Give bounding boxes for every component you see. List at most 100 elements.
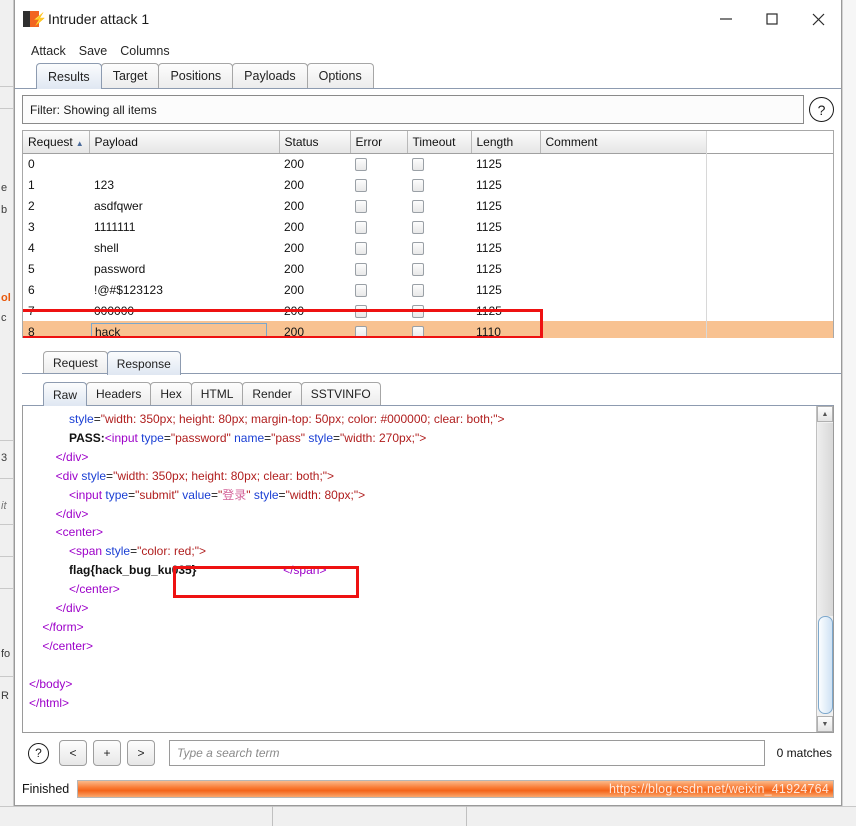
column-header-comment[interactable]: Comment xyxy=(540,131,707,154)
tab-response[interactable]: Response xyxy=(106,351,181,375)
cell-length: 1125 xyxy=(476,219,502,234)
cell-comment xyxy=(540,174,706,195)
cell-error xyxy=(350,237,407,258)
cell-comment xyxy=(540,279,706,300)
timeout-checkbox[interactable] xyxy=(412,178,424,192)
scrollbar-thumb[interactable] xyxy=(818,616,833,714)
column-header-length[interactable]: Length xyxy=(471,131,541,154)
table-row[interactable]: 1 123 200 1125 xyxy=(23,174,833,195)
bg-fragment-0: e xyxy=(1,182,8,194)
message-tab-strip: Request Response xyxy=(22,348,841,375)
cell-spacer xyxy=(706,258,833,279)
bg-fragment-3: c xyxy=(1,312,7,324)
payload-edit-box[interactable]: hack xyxy=(91,322,267,338)
menu-columns[interactable]: Columns xyxy=(120,44,169,58)
cell-payload: !@#$123123 xyxy=(94,282,163,297)
cell-spacer xyxy=(706,153,833,174)
tab-raw[interactable]: Raw xyxy=(43,382,88,406)
tab-payloads[interactable]: Payloads xyxy=(232,63,308,88)
column-header-error[interactable]: Error xyxy=(350,131,408,154)
timeout-checkbox[interactable] xyxy=(412,220,424,234)
tab-request[interactable]: Request xyxy=(43,351,108,374)
timeout-checkbox[interactable] xyxy=(412,241,424,255)
results-table-body: 0 200 1125 1 123 200 1125 2 asdfqwer 200 1125 3 1111… xyxy=(23,153,833,338)
close-button[interactable] xyxy=(795,0,841,38)
bg-fragment-7: R xyxy=(1,690,9,702)
cell-payload: 1111111 xyxy=(94,219,136,234)
search-help-icon[interactable]: ? xyxy=(28,742,49,764)
filter-help-icon[interactable]: ? xyxy=(809,97,834,122)
cell-request: 5 xyxy=(28,261,35,276)
table-row[interactable]: 5 password 200 1125 xyxy=(23,258,833,279)
tab-sstvinfo[interactable]: SSTVINFO xyxy=(300,382,381,405)
error-checkbox[interactable] xyxy=(355,241,367,255)
table-row[interactable]: 0 200 1125 xyxy=(23,153,833,174)
cell-length: 1125 xyxy=(476,177,502,192)
timeout-checkbox[interactable] xyxy=(412,325,424,338)
cell-request: 1 xyxy=(28,177,35,192)
column-header-timeout[interactable]: Timeout xyxy=(407,131,472,154)
cell-status: 200 xyxy=(284,303,305,318)
column-header-status[interactable]: Status xyxy=(279,131,351,154)
cell-request: 3 xyxy=(28,219,35,234)
response-vertical-scrollbar[interactable]: ▲ ▼ xyxy=(816,406,833,732)
tab-options[interactable]: Options xyxy=(306,63,374,88)
timeout-checkbox[interactable] xyxy=(412,157,424,171)
cell-request: 6 xyxy=(28,282,35,297)
search-add-button[interactable]: + xyxy=(93,740,121,766)
error-checkbox[interactable] xyxy=(355,283,367,297)
background-window-bottom-strip xyxy=(0,806,856,826)
table-row[interactable]: 6 !@#$123123 200 1125 xyxy=(23,279,833,300)
response-code[interactable]: style="width: 350px; height: 80px; margi… xyxy=(23,410,816,713)
cell-spacer xyxy=(706,300,833,321)
tab-results[interactable]: Results xyxy=(36,63,102,89)
response-code-scroll[interactable]: style="width: 350px; height: 80px; margi… xyxy=(23,406,816,732)
error-checkbox[interactable] xyxy=(355,178,367,192)
search-next-button[interactable]: > xyxy=(127,740,155,766)
timeout-checkbox[interactable] xyxy=(412,304,424,318)
table-row[interactable]: 7 000000 200 1125 xyxy=(23,300,833,321)
cell-comment xyxy=(540,321,706,338)
cell-timeout xyxy=(407,216,471,237)
maximize-button[interactable] xyxy=(749,0,795,38)
cell-error xyxy=(350,321,407,338)
error-checkbox[interactable] xyxy=(355,220,367,234)
tab-headers[interactable]: Headers xyxy=(86,382,152,405)
tab-render[interactable]: Render xyxy=(242,382,302,405)
cell-timeout xyxy=(407,153,471,174)
table-row[interactable]: 3 1111111 200 1125 xyxy=(23,216,833,237)
tab-html[interactable]: HTML xyxy=(190,382,244,405)
error-checkbox[interactable] xyxy=(355,199,367,213)
cell-length: 1125 xyxy=(476,303,502,318)
tab-target[interactable]: Target xyxy=(100,63,160,88)
menu-attack[interactable]: Attack xyxy=(31,44,66,58)
error-checkbox[interactable] xyxy=(355,325,367,338)
timeout-checkbox[interactable] xyxy=(412,262,424,276)
search-row: ? < + > Type a search term 0 matches xyxy=(15,733,841,773)
filter-bar[interactable]: Filter: Showing all items xyxy=(22,95,804,124)
scroll-down-icon[interactable]: ▼ xyxy=(817,716,833,732)
column-header-spacer xyxy=(706,131,833,154)
timeout-checkbox[interactable] xyxy=(412,199,424,213)
tab-hex[interactable]: Hex xyxy=(150,382,192,405)
search-matches-count: 0 matches xyxy=(776,746,832,760)
error-checkbox[interactable] xyxy=(355,262,367,276)
table-row[interactable]: 4 shell 200 1125 xyxy=(23,237,833,258)
search-prev-button[interactable]: < xyxy=(59,740,87,766)
cell-comment xyxy=(540,195,706,216)
timeout-checkbox[interactable] xyxy=(412,283,424,297)
menu-save[interactable]: Save xyxy=(79,44,108,58)
cell-status: 200 xyxy=(279,321,350,338)
error-checkbox[interactable] xyxy=(355,157,367,171)
error-checkbox[interactable] xyxy=(355,304,367,318)
table-row[interactable]: 8 hack 200 1110 xyxy=(23,321,833,338)
cell-timeout xyxy=(407,279,471,300)
minimize-button[interactable] xyxy=(703,0,749,38)
search-input[interactable]: Type a search term xyxy=(169,740,765,766)
column-header-request[interactable]: Request ▲ xyxy=(23,131,90,154)
scroll-up-icon[interactable]: ▲ xyxy=(817,406,833,422)
bg-fragment-4: 3 xyxy=(1,452,8,464)
tab-positions[interactable]: Positions xyxy=(158,63,234,88)
column-header-payload[interactable]: Payload xyxy=(89,131,280,154)
table-row[interactable]: 2 asdfqwer 200 1125 xyxy=(23,195,833,216)
